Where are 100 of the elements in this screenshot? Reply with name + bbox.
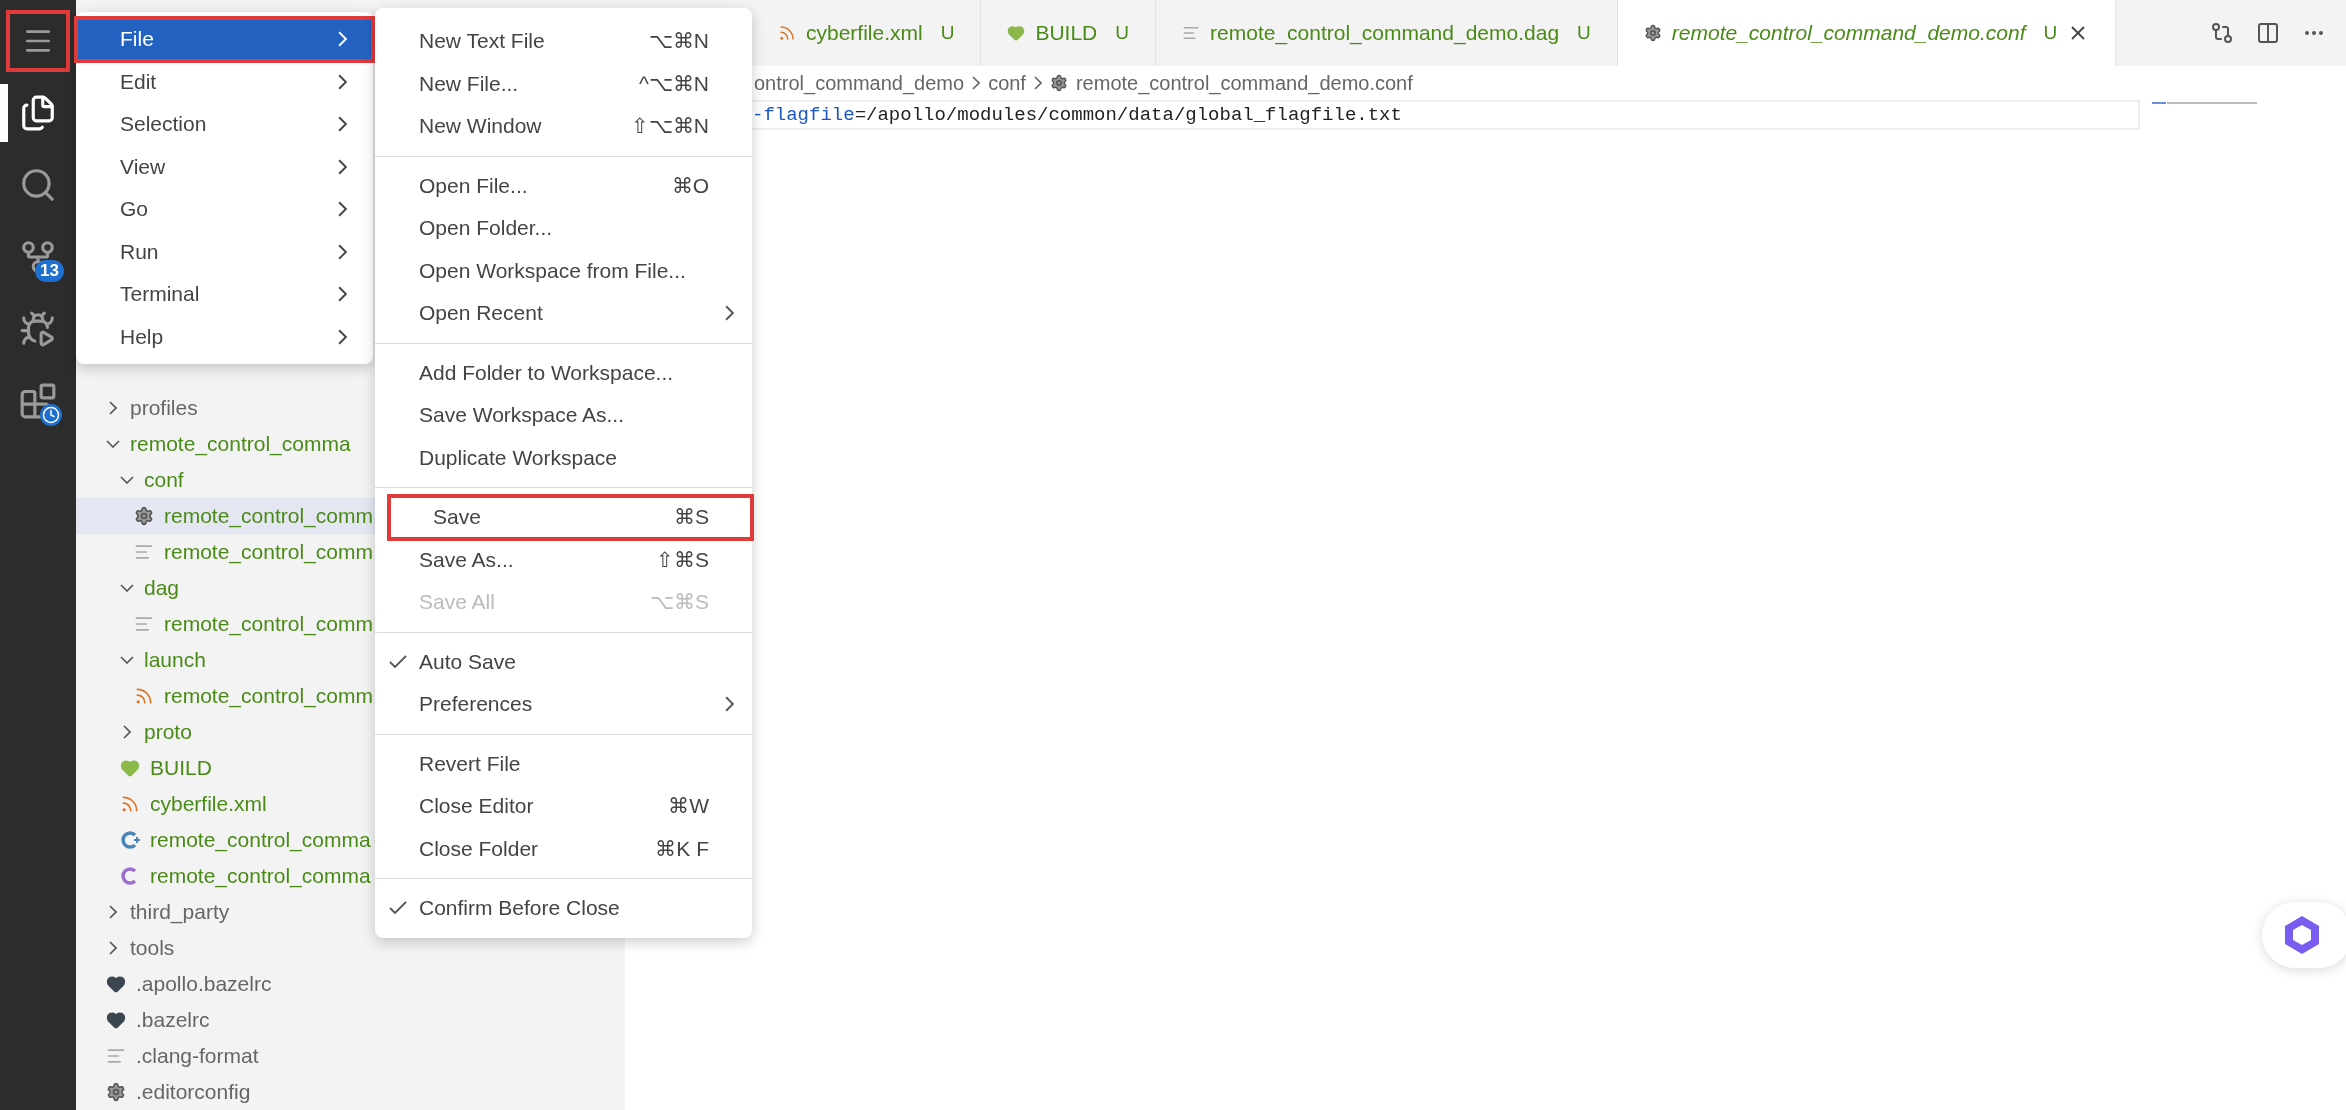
- file-name: .bazelrc: [136, 1008, 210, 1032]
- menu-item[interactable]: Selection: [76, 103, 373, 146]
- chevron-right-icon: [972, 76, 981, 90]
- scm-button[interactable]: 13: [8, 228, 68, 286]
- file-name: remote_control_comma: [150, 828, 371, 852]
- chevron-right-icon: [109, 905, 117, 919]
- file-name: tools: [130, 936, 175, 960]
- check-icon: [389, 654, 407, 669]
- search-icon: [19, 166, 57, 204]
- chevron-right-icon: [338, 243, 347, 260]
- menu-item[interactable]: Auto Save: [375, 640, 752, 683]
- menu-item[interactable]: File: [76, 18, 373, 61]
- menu-item[interactable]: Close Editor ⌘W: [375, 785, 752, 828]
- menu-item[interactable]: New Text File ⌥⌘N: [375, 20, 752, 63]
- tree-item[interactable]: tools: [76, 930, 625, 966]
- tree-item[interactable]: .bazelrc: [76, 1002, 625, 1038]
- menu-item[interactable]: Save Workspace As...: [375, 394, 752, 437]
- menu-button[interactable]: [8, 12, 68, 70]
- gear-icon: [106, 1082, 126, 1102]
- menu-item[interactable]: Add Folder to Workspace...: [375, 351, 752, 394]
- run-debug-icon: [19, 310, 57, 348]
- menu-item[interactable]: View: [76, 145, 373, 188]
- chevron-right-icon: [338, 201, 347, 218]
- rss-icon: [134, 686, 154, 706]
- compare-icon[interactable]: [2210, 21, 2234, 45]
- file-name: remote_control_comm: [164, 540, 373, 564]
- file-name: cyberfile.xml: [150, 792, 267, 816]
- menu-item[interactable]: Run: [76, 230, 373, 273]
- tab-title: remote_control_command_demo.dag: [1210, 21, 1560, 45]
- file-name: .apollo.bazelrc: [136, 972, 272, 996]
- file-name: third_party: [130, 900, 230, 924]
- chevron-right-icon: [109, 941, 117, 955]
- split-editor-icon[interactable]: [2256, 21, 2280, 45]
- cpp-file-icon: [120, 830, 140, 850]
- rss-icon: [778, 24, 796, 42]
- text-file-icon: [134, 614, 154, 634]
- chevron-right-icon: [338, 31, 347, 48]
- file-name: remote_control_comm: [164, 684, 373, 708]
- breadcrumb-item[interactable]: conf: [988, 71, 1026, 95]
- extensions-icon: [19, 382, 57, 420]
- file-name: proto: [144, 720, 192, 744]
- chevron-right-icon: [1033, 76, 1042, 90]
- breadcrumb-item[interactable]: remote_control_command_demo.conf: [1075, 71, 1413, 95]
- gear-icon: [1643, 24, 1662, 42]
- breadcrumb-item[interactable]: ontrol_command_demo: [754, 71, 965, 95]
- gear-icon: [134, 506, 154, 526]
- chevron-right-icon: [123, 725, 131, 739]
- menu-item[interactable]: Open File... ⌘O: [375, 164, 752, 207]
- file-name: profiles: [130, 396, 198, 420]
- tab-title: BUILD: [1035, 21, 1098, 45]
- file-name: BUILD: [150, 756, 212, 780]
- menu-item[interactable]: Save As... ⇧⌘S: [375, 538, 752, 581]
- text-file-icon: [134, 542, 154, 562]
- menu-item[interactable]: Help: [76, 315, 373, 358]
- file-name: remote_control_comm: [164, 504, 373, 528]
- menu-item[interactable]: Open Folder...: [375, 207, 752, 250]
- tree-item[interactable]: .clang-format: [76, 1038, 625, 1074]
- gear-icon: [1049, 74, 1068, 92]
- menu-item[interactable]: New File... ^⌥⌘N: [375, 62, 752, 105]
- file-name: conf: [144, 468, 184, 492]
- heart-icon: [120, 758, 140, 778]
- chevron-right-icon: [725, 696, 734, 712]
- heart-icon: [106, 974, 126, 994]
- menu-item[interactable]: Open Recent: [375, 292, 752, 335]
- menu-item[interactable]: Duplicate Workspace: [375, 436, 752, 479]
- menu-item[interactable]: Edit: [76, 60, 373, 103]
- chevron-right-icon: [338, 328, 347, 345]
- assistant-button[interactable]: [2262, 902, 2346, 968]
- chevron-right-icon: [338, 116, 347, 133]
- file-name: remote_control_comm: [164, 612, 373, 636]
- files-icon: [19, 94, 57, 132]
- text-file-icon: [1182, 24, 1201, 42]
- untracked-mark: U: [1577, 22, 1591, 44]
- file-name: .clang-format: [136, 1044, 259, 1068]
- file-name: dag: [144, 576, 180, 600]
- clock-icon: [40, 404, 62, 426]
- chevron-down-icon: [106, 440, 120, 448]
- chevron-right-icon: [338, 158, 347, 175]
- editor-tab[interactable]: remote_control_command_demo.conf U: [1617, 0, 2117, 66]
- chevron-right-icon: [338, 286, 347, 303]
- file-name: .editorconfig: [136, 1080, 251, 1104]
- text-file-icon: [106, 1046, 126, 1066]
- untracked-mark: U: [1115, 22, 1130, 44]
- check-icon: [389, 901, 407, 915]
- tab-title: remote_control_command_demo.conf: [1671, 21, 2026, 45]
- chevron-right-icon: [338, 73, 347, 90]
- untracked-mark: U: [940, 22, 955, 44]
- heart-icon: [1007, 24, 1026, 42]
- file-name: remote_control_comma: [130, 432, 351, 456]
- file-name: remote_control_comma: [150, 864, 371, 888]
- menu-item[interactable]: Open Workspace from File...: [375, 249, 752, 292]
- tree-item[interactable]: .apollo.bazelrc: [76, 966, 625, 1002]
- tab-title: cyberfile.xml: [806, 21, 923, 45]
- chevron-down-icon: [120, 584, 134, 592]
- untracked-mark: U: [2043, 22, 2058, 44]
- rss-icon: [120, 794, 140, 814]
- menu-item[interactable]: Go: [76, 188, 373, 231]
- menu-item[interactable]: Terminal: [76, 273, 373, 316]
- menu-item[interactable]: New Window ⇧⌥⌘N: [375, 105, 752, 148]
- tree-item[interactable]: .editorconfig: [76, 1074, 625, 1110]
